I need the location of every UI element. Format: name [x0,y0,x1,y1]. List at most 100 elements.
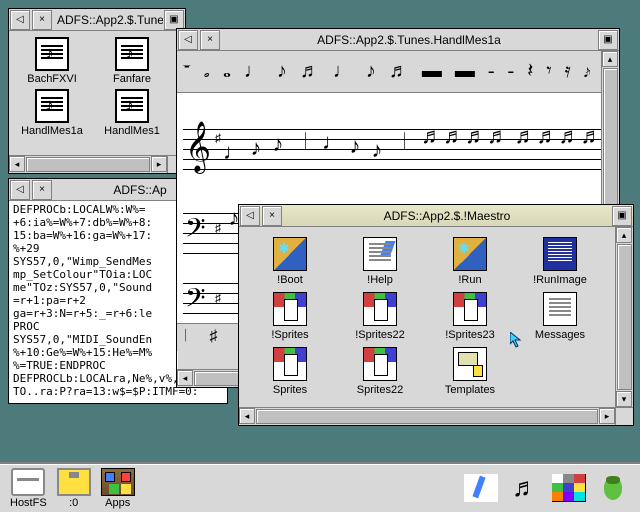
back-icon[interactable]: ◁ [240,206,260,226]
tmpl-icon [453,347,487,381]
file-item-bachfxvi[interactable]: BachFXVI [13,37,91,85]
file-label: HandlMes1 [93,125,171,137]
file-item-boot[interactable]: !Boot [245,237,335,286]
scrollbar-v[interactable]: ▴ ▾ [615,227,633,407]
iconbar-HostFS[interactable]: HostFS [10,468,47,509]
iconbar-label: HostFS [10,497,47,509]
window-maestro-filer[interactable]: ◁ × ADFS::App2.$.!Maestro ▣ !Boot!Help!R… [238,204,634,426]
window-title: ADFS::App2.$.Tunes [53,13,163,27]
acorn-icon [596,474,630,502]
file-item-runimage[interactable]: !RunImage [515,237,605,286]
music-file-icon [35,37,69,71]
window-title: ADFS::App2.$.Tunes.HandlMes1a [221,33,597,47]
music-file-icon [115,89,149,123]
file-item-sprites22[interactable]: Sprites22 [335,347,425,396]
file-item-sprites[interactable]: Sprites [245,347,335,396]
scroll-left-icon[interactable]: ◂ [9,156,25,172]
sprites-icon [363,347,397,381]
palette-icon [552,474,586,502]
run-icon [453,237,487,271]
file-item-sprites22[interactable]: !Sprites22 [335,292,425,341]
scroll-left-icon[interactable]: ◂ [239,408,255,424]
scroll-right-icon[interactable]: ▸ [151,156,167,172]
scrollbar-h[interactable]: ◂ ▸ [239,407,615,425]
pencil-icon [464,474,498,502]
toggle-size-icon[interactable]: ▣ [598,30,618,50]
file-item-templates[interactable]: Templates [425,347,515,396]
disc-icon [11,468,45,496]
scroll-up-icon[interactable]: ▴ [602,51,618,67]
scroll-right-icon[interactable]: ▸ [599,408,615,424]
iconbar-Apps[interactable]: Apps [101,468,135,509]
file-label: !Sprites [245,329,335,341]
close-icon[interactable]: × [32,180,52,200]
titlebar[interactable]: ◁ × ADFS::App2.$.!Maestro ▣ [239,205,633,227]
staff-1-notes: ♩♪♪ 𝄀 ♩♪♪ 𝄀 ♬♬♬♬ ♬♬♬♬ [223,129,603,169]
iconbar-palette[interactable] [552,474,586,503]
sprites-icon [363,292,397,326]
file-label: BachFXVI [13,73,91,85]
file-label: !RunImage [515,274,605,286]
titlebar[interactable]: ◁ × ADFS::App2.$.Tunes.HandlMes1a ▣ [177,29,619,51]
iconbar-pencil[interactable] [464,474,498,503]
scroll-up-icon[interactable]: ▴ [616,227,632,243]
bass-clef-icon: 𝄢 [185,283,206,321]
file-label: !Boot [245,274,335,286]
sprites-icon [273,292,307,326]
iconbar[interactable]: HostFS :0 Apps [0,462,640,512]
note-palette[interactable]: 𝄻 𝅗 𝅝 ♩ ♪ ♬ ♩ ♪ ♬ ▬ ▬ - - 𝄽 𝄾 𝄿 𝆔 𝆕 [177,51,619,93]
file-label: Sprites22 [335,384,425,396]
file-item-handlmes1[interactable]: HandlMes1 [93,89,171,137]
file-label: !Sprites23 [425,329,515,341]
help-icon [363,237,397,271]
run-icon [273,237,307,271]
iconbar-music[interactable] [508,474,542,503]
file-item-sprites23[interactable]: !Sprites23 [425,292,515,341]
close-icon[interactable]: × [32,10,52,30]
music-file-icon [115,37,149,71]
scroll-left-icon[interactable]: ◂ [177,370,193,386]
music-file-icon [35,89,69,123]
file-label: Sprites [245,384,335,396]
iconbar-:0[interactable]: :0 [57,468,91,509]
file-item-run[interactable]: !Run [425,237,515,286]
floppy-icon [57,468,91,496]
back-icon[interactable]: ◁ [178,30,198,50]
scroll-down-icon[interactable]: ▾ [616,391,632,407]
window-title: ADFS::App2.$.!Maestro [283,209,611,223]
scrollbar-h[interactable]: ◂ ▸ [9,155,167,173]
file-item-sprites[interactable]: !Sprites [245,292,335,341]
runimg-icon [543,237,577,271]
sprites-icon [273,347,307,381]
file-label: Fanfare [93,73,171,85]
scroll-thumb[interactable] [617,244,632,390]
close-icon[interactable]: × [200,30,220,50]
close-icon[interactable]: × [262,206,282,226]
bass-clef-icon: 𝄢 [185,213,206,251]
file-item-fanfare[interactable]: Fanfare [93,37,171,85]
music-icon [508,474,542,502]
scroll-thumb[interactable] [256,409,598,424]
file-item-handlmes1a[interactable]: HandlMes1a [13,89,91,137]
msg-icon [543,292,577,326]
toggle-size-icon[interactable]: ▣ [612,206,632,226]
back-icon[interactable]: ◁ [10,10,30,30]
resize-handle[interactable] [615,407,633,425]
file-label: Templates [425,384,515,396]
file-label: !Help [335,274,425,286]
iconbar-acorn[interactable] [596,474,630,503]
treble-clef-icon: 𝄞 [185,121,211,172]
iconbar-label: Apps [101,497,135,509]
scroll-thumb[interactable] [26,157,150,172]
file-label: !Run [425,274,515,286]
file-item-messages[interactable]: Messages [515,292,605,341]
file-label: HandlMes1a [13,125,91,137]
window-tunes-filer[interactable]: ◁ × ADFS::App2.$.Tunes ▣ BachFXVIFanfare… [8,8,186,174]
titlebar[interactable]: ◁ × ADFS::App2.$.Tunes ▣ [9,9,185,31]
file-label: Messages [515,329,605,341]
sprites-icon [453,292,487,326]
back-icon[interactable]: ◁ [10,180,30,200]
toggle-size-icon[interactable]: ▣ [164,10,184,30]
file-item-help[interactable]: !Help [335,237,425,286]
iconbar-label: :0 [57,497,91,509]
